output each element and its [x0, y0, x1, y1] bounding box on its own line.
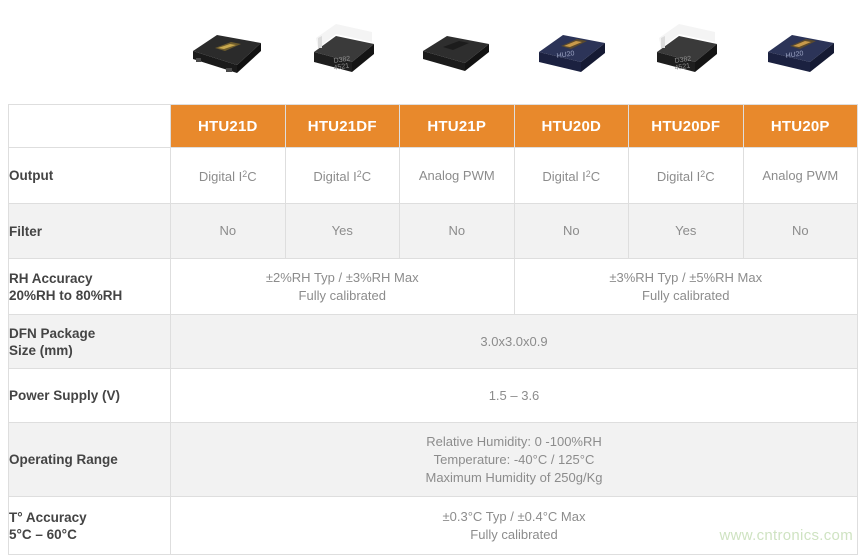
table-row: DFN Package Size (mm) 3.0x3.0x0.9: [8, 314, 858, 369]
table-row: Power Supply (V) 1.5 – 3.6: [8, 368, 858, 423]
row-label-t-accuracy: T° Accuracy 5°C – 60°C: [8, 496, 171, 555]
product-image-cell: D382 4521: [285, 0, 400, 104]
row-label-dfn-package-size: DFN Package Size (mm): [8, 314, 171, 369]
table-corner-cell: [8, 104, 171, 148]
specification-table: HTU21D HTU21DF HTU21P HTU20D HTU20DF HTU…: [8, 104, 858, 555]
row-label-output: Output: [8, 147, 171, 204]
cell-output-htu20df: Digital I2C: [628, 147, 744, 204]
cell-rh-accuracy-htu20-group: ±3%RH Typ / ±5%RH Max Fully calibrated: [513, 258, 858, 315]
cell-dfn-package-size-all: 3.0x3.0x0.9: [170, 314, 858, 369]
product-image-cell: [399, 0, 514, 104]
chip-image-htu21df: D382 4521: [313, 24, 374, 72]
row-label-power-supply: Power Supply (V): [8, 368, 171, 423]
row-label-filter: Filter: [8, 203, 171, 259]
cell-output-htu20d: Digital I2C: [513, 147, 629, 204]
table-header-row: HTU21D HTU21DF HTU21P HTU20D HTU20DF HTU…: [8, 104, 858, 148]
cell-output-htu21d: Digital I2C: [170, 147, 286, 204]
chip-image-htu21p: [423, 36, 490, 71]
chip-image-htu21d: [193, 35, 262, 73]
cell-filter-htu20d: No: [513, 203, 629, 259]
cell-filter-htu20p: No: [742, 203, 858, 259]
column-header-htu20p: HTU20P: [742, 104, 858, 148]
product-image-cell: [170, 0, 285, 104]
table-body: Output Digital I2C Digital I2C Analog PW…: [8, 147, 858, 555]
table-header: HTU21D HTU21DF HTU21P HTU20D HTU20DF HTU…: [8, 104, 858, 148]
column-header-htu20df: HTU20DF: [628, 104, 744, 148]
column-header-htu21df: HTU21DF: [284, 104, 400, 148]
chip-image-htu20p: HU20: [767, 35, 834, 72]
cell-operating-range-all: Relative Humidity: 0 -100%RH Temperature:…: [170, 422, 858, 497]
table-row: RH Accuracy 20%RH to 80%RH ±2%RH Typ / ±…: [8, 258, 858, 315]
cell-filter-htu20df: Yes: [628, 203, 744, 259]
chip-image-htu20d: HU20: [538, 35, 605, 72]
cell-rh-accuracy-htu21-group: ±2%RH Typ / ±3%RH Max Fully calibrated: [170, 258, 515, 315]
chip-image-htu20df: D382 4521: [657, 24, 718, 72]
column-header-htu21p: HTU21P: [399, 104, 515, 148]
cell-filter-htu21p: No: [399, 203, 515, 259]
product-image-strip: D382 4521 HU20 D382 4521 HU20: [170, 0, 857, 104]
cell-output-htu21p: Analog PWM: [399, 147, 515, 204]
cell-filter-htu21d: No: [170, 203, 286, 259]
cell-t-accuracy-all: ±0.3°C Typ / ±0.4°C Max Fully calibrated: [170, 496, 858, 555]
table-row: T° Accuracy 5°C – 60°C ±0.3°C Typ / ±0.4…: [8, 496, 858, 555]
table-row: Output Digital I2C Digital I2C Analog PW…: [8, 147, 858, 204]
product-image-cell: HU20: [743, 0, 858, 104]
cell-filter-htu21df: Yes: [284, 203, 400, 259]
table-row: Filter No Yes No No Yes No: [8, 203, 858, 259]
svg-text:4521: 4521: [674, 63, 691, 72]
row-label-rh-accuracy: RH Accuracy 20%RH to 80%RH: [8, 258, 171, 315]
cell-output-htu21df: Digital I2C: [284, 147, 400, 204]
column-header-htu21d: HTU21D: [170, 104, 286, 148]
table-row: Operating Range Relative Humidity: 0 -10…: [8, 422, 858, 497]
cell-output-htu20p: Analog PWM: [742, 147, 858, 204]
product-image-cell: D382 4521: [628, 0, 743, 104]
product-image-cell: HU20: [514, 0, 629, 104]
row-label-operating-range: Operating Range: [8, 422, 171, 497]
cell-power-supply-all: 1.5 – 3.6: [170, 368, 858, 423]
column-header-htu20d: HTU20D: [513, 104, 629, 148]
